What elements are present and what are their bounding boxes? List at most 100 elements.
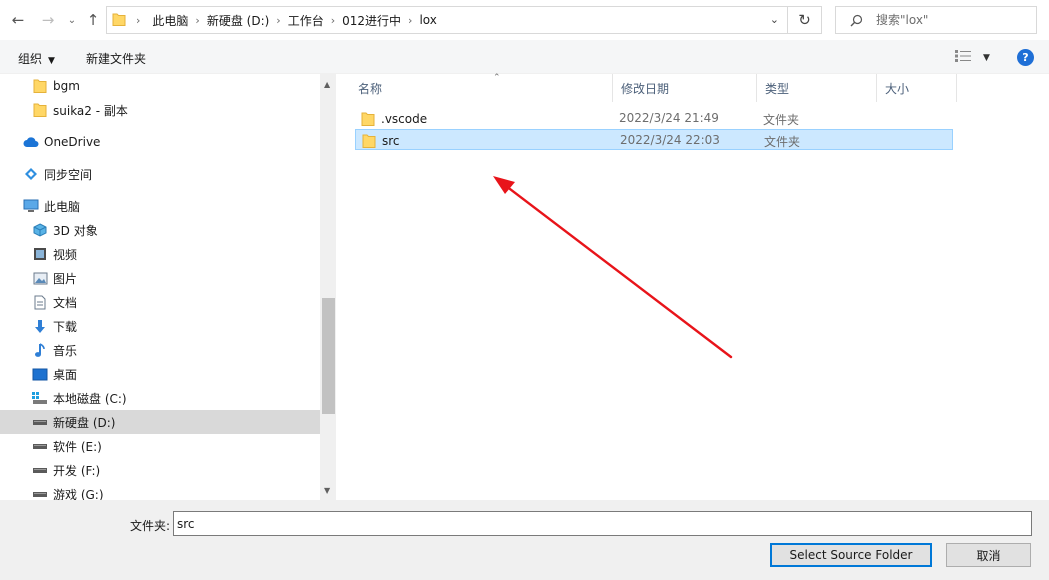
chevron-right-icon[interactable]: › [192, 14, 202, 27]
sidebar-item-drive-e[interactable]: 软件 (E:) [0, 434, 320, 458]
sidebar-item-label: 新硬盘 (D:) [53, 415, 116, 430]
sidebar-item-downloads[interactable]: 下载 [0, 314, 320, 338]
search-box[interactable] [835, 6, 1037, 34]
sidebar-item-3d-objects[interactable]: 3D 对象 [0, 218, 320, 242]
select-source-folder-button[interactable]: Select Source Folder [770, 543, 932, 567]
file-name-cell: .vscode [360, 111, 427, 127]
sidebar-scrollbar[interactable]: ▲ ▼ [320, 74, 336, 500]
scrollbar-thumb[interactable] [322, 298, 335, 414]
column-label: 修改日期 [621, 81, 670, 96]
column-label: 名称 [358, 81, 383, 96]
sidebar-item-label: 桌面 [53, 367, 78, 382]
new-folder-button[interactable]: 新建文件夹 [86, 50, 146, 67]
sidebar-item-label: 文档 [53, 295, 78, 310]
sidebar-item-label: 游戏 (G:) [53, 487, 104, 501]
sidebar-item-sync-space[interactable]: 同步空间 [0, 162, 320, 186]
folder-field-label: 文件夹: [130, 519, 171, 533]
scroll-down-icon[interactable]: ▼ [324, 486, 330, 495]
sidebar-item-drive-d[interactable]: 新硬盘 (D:) [0, 410, 320, 434]
video-icon [32, 246, 48, 262]
breadcrumb-item[interactable]: 新硬盘 (D:) [203, 12, 273, 29]
file-date: 2022/3/24 21:49 [619, 111, 719, 125]
sidebar-item-drive-g[interactable]: 游戏 (G:) [0, 482, 320, 500]
up-arrow-icon[interactable]: ↑ [83, 9, 103, 31]
folder-icon [32, 102, 48, 118]
sidebar-item-onedrive[interactable]: OneDrive [0, 130, 320, 154]
folder-name-input[interactable] [173, 511, 1032, 536]
table-row[interactable]: src 2022/3/24 22:03 文件夹 [355, 129, 953, 150]
chevron-right-icon: › [136, 13, 141, 27]
sort-ascending-icon: ⌃ [493, 73, 501, 83]
caret-down-icon: ▼ [983, 52, 990, 63]
sidebar-item-suika2-copy[interactable]: suika2 - 副本 [0, 98, 320, 122]
sidebar-item-drive-c[interactable]: 本地磁盘 (C:) [0, 386, 320, 410]
breadcrumb-item[interactable]: 012进行中 [338, 12, 405, 29]
sidebar-item-label: 软件 (E:) [53, 439, 102, 454]
sidebar-item-this-pc[interactable]: 此电脑 [0, 194, 320, 218]
sidebar-item-label: 音乐 [53, 343, 78, 358]
breadcrumb-item[interactable]: 工作台 [284, 12, 328, 29]
folder-icon [32, 78, 48, 94]
cloud-icon [23, 134, 39, 150]
chevron-down-icon[interactable]: ⌄ [62, 9, 82, 31]
file-type: 文件夹 [764, 135, 801, 149]
forward-arrow-icon[interactable]: → [38, 9, 58, 31]
folder-icon [112, 11, 126, 30]
file-list: ⌃ 名称 修改日期 类型 大小 .vscode 2022/3/24 21:49 … [337, 73, 1049, 500]
refresh-icon[interactable]: ↻ [788, 6, 822, 34]
column-header-date[interactable]: 修改日期 [613, 74, 757, 102]
dialog-footer: 文件夹: Select Source Folder 取消 [0, 500, 1049, 580]
search-input[interactable] [876, 13, 1026, 27]
table-row[interactable]: .vscode 2022/3/24 21:49 文件夹 [355, 108, 953, 129]
sidebar-item-label: 本地磁盘 (C:) [53, 391, 127, 406]
sidebar-item-label: 开发 (F:) [53, 463, 101, 478]
sidebar-item-label: suika2 - 副本 [53, 103, 128, 118]
help-icon[interactable]: ? [1017, 49, 1034, 66]
document-icon [32, 294, 48, 310]
column-header-type[interactable]: 类型 [757, 74, 877, 102]
folder-icon [360, 111, 376, 127]
column-header-name[interactable]: ⌃ 名称 [350, 73, 613, 102]
breadcrumb-item[interactable]: 此电脑 [148, 12, 192, 29]
breadcrumb-item[interactable]: lox [415, 13, 440, 27]
sidebar-item-videos[interactable]: 视频 [0, 242, 320, 266]
sync-icon [23, 166, 39, 182]
file-date: 2022/3/24 22:03 [620, 133, 720, 147]
address-dropdown-icon[interactable]: ⌄ [770, 13, 779, 26]
cancel-button[interactable]: 取消 [946, 543, 1031, 567]
sidebar-item-label: 3D 对象 [53, 223, 98, 238]
chevron-right-icon[interactable]: › [273, 14, 283, 27]
folder-icon [361, 133, 377, 149]
sidebar-item-drive-f[interactable]: 开发 (F:) [0, 458, 320, 482]
organize-button[interactable]: 组织 ▼ [18, 50, 55, 67]
navigation-bar: ← → ⌄ ↑ › 此电脑 › 新硬盘 (D:) › 工作台 › 012进行中 … [0, 0, 1049, 40]
file-type: 文件夹 [763, 113, 800, 127]
column-header-size[interactable]: 大小 [877, 74, 957, 102]
sidebar-item-pictures[interactable]: 图片 [0, 266, 320, 290]
navigation-pane: bgm suika2 - 副本 OneDrive 同步空间 此电脑 3D 对象 … [0, 74, 336, 500]
back-arrow-icon[interactable]: ← [8, 9, 28, 31]
view-options-button[interactable]: ▼ [955, 50, 990, 65]
picture-icon [32, 270, 48, 286]
column-label: 大小 [885, 81, 910, 96]
sidebar-item-music[interactable]: 音乐 [0, 338, 320, 362]
sidebar-item-label: 视频 [53, 247, 78, 262]
sidebar-item-label: OneDrive [44, 135, 101, 149]
column-label: 类型 [765, 81, 790, 96]
search-icon [850, 14, 863, 27]
drive-icon [32, 414, 48, 430]
address-bar[interactable]: › 此电脑 › 新硬盘 (D:) › 工作台 › 012进行中 › lox ⌄ [106, 6, 788, 34]
chevron-right-icon[interactable]: › [328, 14, 338, 27]
sidebar-item-desktop[interactable]: 桌面 [0, 362, 320, 386]
sidebar-item-bgm[interactable]: bgm [0, 74, 320, 98]
sidebar-item-label: 下载 [53, 319, 78, 334]
chevron-right-icon[interactable]: › [405, 14, 415, 27]
sidebar-item-label: 同步空间 [44, 167, 93, 182]
scroll-up-icon[interactable]: ▲ [324, 80, 330, 89]
sidebar-item-documents[interactable]: 文档 [0, 290, 320, 314]
drive-icon [32, 438, 48, 454]
view-list-icon [955, 50, 971, 65]
music-icon [32, 342, 48, 358]
breadcrumb: 此电脑 › 新硬盘 (D:) › 工作台 › 012进行中 › lox [148, 12, 440, 29]
desktop-icon [32, 366, 48, 382]
